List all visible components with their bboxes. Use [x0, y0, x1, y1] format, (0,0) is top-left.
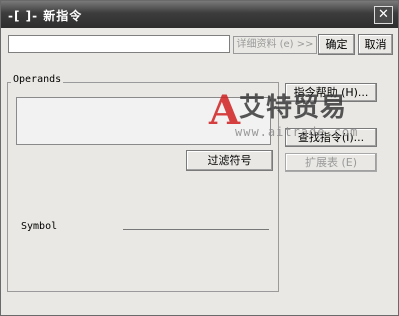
command-input[interactable]	[8, 35, 230, 53]
window-title: -[ ]- 新指令	[8, 9, 83, 23]
filter-symbol-button[interactable]: 过滤符号	[186, 150, 273, 171]
new-instruction-dialog: -[ ]- 新指令 ✕ 详细资料 (e) >> 确定 取消 Operands 过…	[0, 0, 399, 316]
cancel-button[interactable]: 取消	[358, 34, 393, 55]
symbol-value-line	[123, 229, 269, 230]
watermark-name: 艾特贸易	[239, 93, 348, 123]
watermark: A 艾特贸易 www.aitrade.com	[209, 89, 379, 149]
operands-label: Operands	[11, 74, 64, 85]
close-icon[interactable]: ✕	[374, 6, 393, 24]
watermark-url: www.aitrade.com	[235, 125, 359, 139]
ok-button[interactable]: 确定	[318, 34, 355, 55]
extension-table-button: 扩展表 (E)	[285, 153, 377, 172]
detail-button: 详细资料 (e) >>	[233, 36, 317, 54]
symbol-label: Symbol	[21, 221, 58, 232]
title-bar: -[ ]- 新指令 ✕	[1, 1, 398, 28]
